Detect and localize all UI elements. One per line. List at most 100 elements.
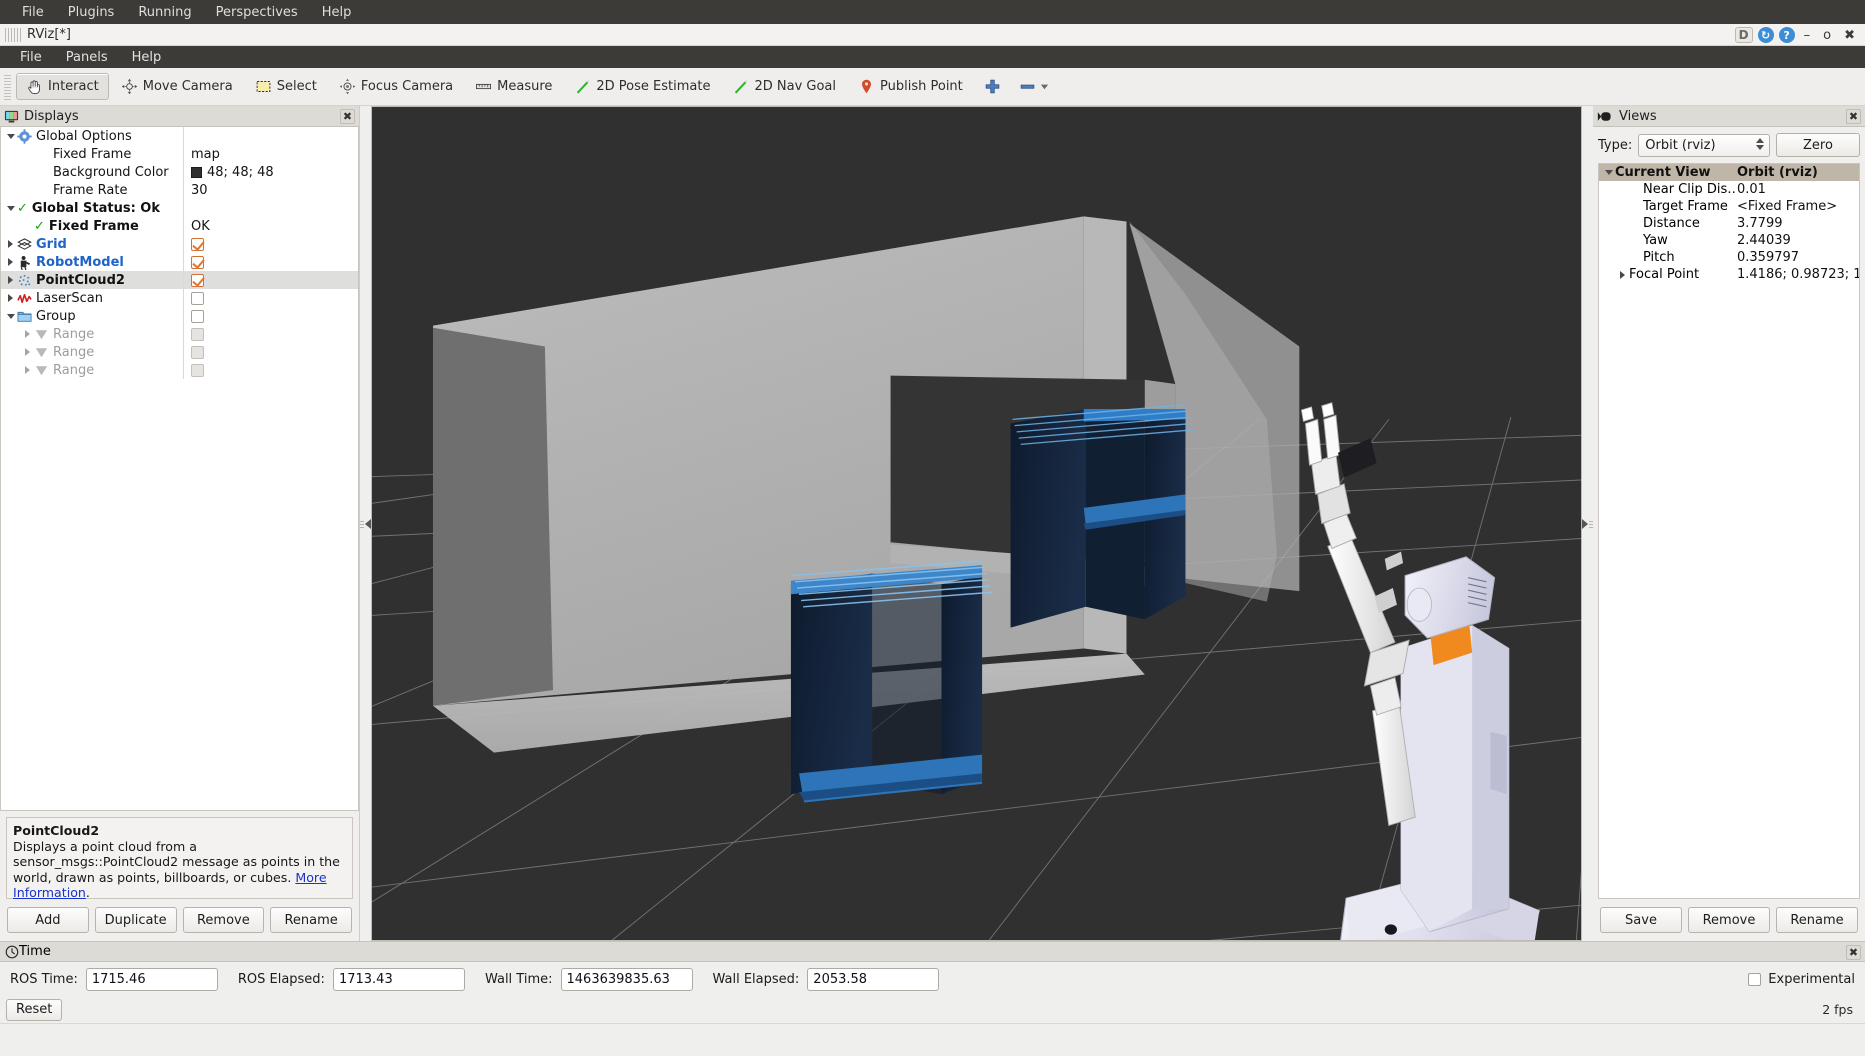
tool-publish-point[interactable]: Publish Point bbox=[848, 73, 973, 100]
views-tree-row-focal-point[interactable]: Focal Point1.4186; 0.98723; 1.1… bbox=[1599, 266, 1859, 283]
expand-arrow-right-icon[interactable] bbox=[4, 274, 17, 287]
view-type-select[interactable]: Orbit (rviz) bbox=[1638, 134, 1770, 157]
rename-view-button[interactable]: Rename bbox=[1776, 907, 1858, 933]
display-tree-row-value[interactable] bbox=[183, 235, 358, 253]
display-tree-row-range[interactable]: Range bbox=[1, 325, 358, 343]
views-tree-row-value[interactable]: Orbit (rviz) bbox=[1737, 165, 1859, 180]
render-viewport-3d[interactable] bbox=[371, 106, 1582, 941]
expand-arrow-down-icon[interactable] bbox=[4, 130, 17, 143]
display-tree-row-value[interactable]: 48; 48; 48 bbox=[183, 163, 358, 181]
expand-arrow-down-icon[interactable] bbox=[4, 202, 17, 215]
display-tree-row-range[interactable]: Range bbox=[1, 343, 358, 361]
add-tool-button[interactable] bbox=[975, 73, 1010, 100]
expand-arrow-right-icon[interactable] bbox=[21, 328, 34, 341]
displays-tree[interactable]: Global OptionsFixed FramemapBackground C… bbox=[0, 127, 359, 811]
display-enable-checkbox[interactable] bbox=[191, 274, 204, 287]
spinner-arrows-icon[interactable] bbox=[1756, 138, 1764, 150]
app-menu-help[interactable]: Help bbox=[120, 48, 174, 67]
display-enable-checkbox[interactable] bbox=[191, 292, 204, 305]
zero-button[interactable]: Zero bbox=[1776, 133, 1860, 157]
display-tree-row-value[interactable] bbox=[183, 361, 358, 379]
wall-elapsed-input[interactable]: 2053.58 bbox=[807, 968, 939, 991]
wall-time-input[interactable]: 1463639835.63 bbox=[561, 968, 693, 991]
desktop-menu-file[interactable]: File bbox=[10, 2, 56, 23]
display-enable-checkbox[interactable] bbox=[191, 238, 204, 251]
display-tree-row-value[interactable] bbox=[183, 325, 358, 343]
ros-time-input[interactable]: 1715.46 bbox=[86, 968, 218, 991]
display-tree-row-fixed-frame[interactable]: Fixed Framemap bbox=[1, 145, 358, 163]
views-tree[interactable]: Current ViewOrbit (rviz)Near Clip Dis…0.… bbox=[1598, 163, 1860, 899]
views-tree-row-value[interactable]: 1.4186; 0.98723; 1.1… bbox=[1737, 267, 1859, 282]
reset-button[interactable]: Reset bbox=[6, 999, 62, 1021]
display-tree-row-grid[interactable]: Grid bbox=[1, 235, 358, 253]
display-tree-row-value[interactable]: OK bbox=[183, 217, 358, 235]
tool-2d-nav-goal[interactable]: 2D Nav Goal bbox=[722, 73, 846, 100]
display-tree-row-fixed-frame[interactable]: ✓Fixed FrameOK bbox=[1, 217, 358, 235]
desktop-menu-running[interactable]: Running bbox=[126, 2, 203, 23]
display-tree-row-value[interactable] bbox=[183, 199, 358, 217]
display-tree-row-robotmodel[interactable]: RobotModel bbox=[1, 253, 358, 271]
display-tree-row-value[interactable] bbox=[183, 271, 358, 289]
remove-view-button[interactable]: Remove bbox=[1688, 907, 1770, 933]
display-tree-row-pointcloud2[interactable]: PointCloud2 bbox=[1, 271, 358, 289]
views-tree-row-value[interactable]: 0.359797 bbox=[1737, 250, 1859, 265]
save-view-button[interactable]: Save bbox=[1600, 907, 1682, 933]
expand-arrow-right-icon[interactable] bbox=[1616, 268, 1629, 281]
app-menu-file[interactable]: File bbox=[8, 48, 54, 67]
expand-arrow-right-icon[interactable] bbox=[4, 238, 17, 251]
tool-interact[interactable]: Interact bbox=[16, 73, 109, 100]
display-enable-checkbox[interactable] bbox=[191, 310, 204, 323]
display-tree-row-laserscan[interactable]: LaserScan bbox=[1, 289, 358, 307]
views-tree-row-value[interactable]: <Fixed Frame> bbox=[1737, 199, 1859, 214]
duplicate-display-button[interactable]: Duplicate bbox=[95, 907, 177, 933]
triangle-right-icon[interactable] bbox=[1582, 519, 1588, 529]
add-display-button[interactable]: Add bbox=[7, 907, 89, 933]
time-close-icon[interactable]: ✖ bbox=[1846, 945, 1861, 960]
views-tree-row-near-clip-dis-[interactable]: Near Clip Dis…0.01 bbox=[1599, 181, 1859, 198]
views-tree-row-pitch[interactable]: Pitch0.359797 bbox=[1599, 249, 1859, 266]
maximize-button[interactable]: o bbox=[1819, 28, 1835, 43]
experimental-toggle[interactable]: Experimental bbox=[1748, 972, 1855, 987]
displays-close-icon[interactable]: ✖ bbox=[340, 109, 355, 124]
tool-measure[interactable]: Measure bbox=[465, 73, 562, 100]
expand-arrow-right-icon[interactable] bbox=[4, 256, 17, 269]
views-tree-row-current-view[interactable]: Current ViewOrbit (rviz) bbox=[1599, 164, 1859, 181]
tool-2d-pose-estimate[interactable]: 2D Pose Estimate bbox=[564, 73, 720, 100]
dock-button[interactable]: D bbox=[1735, 27, 1753, 43]
close-button[interactable]: ✖ bbox=[1840, 28, 1859, 43]
expand-arrow-right-icon[interactable] bbox=[21, 364, 34, 377]
right-splitter[interactable] bbox=[1582, 106, 1593, 941]
remove-tool-button[interactable] bbox=[1012, 73, 1057, 100]
remove-display-button[interactable]: Remove bbox=[183, 907, 265, 933]
app-menu-panels[interactable]: Panels bbox=[54, 48, 120, 67]
chevron-down-icon[interactable] bbox=[1039, 81, 1050, 92]
display-tree-row-background-color[interactable]: Background Color48; 48; 48 bbox=[1, 163, 358, 181]
display-tree-row-group[interactable]: Group bbox=[1, 307, 358, 325]
desktop-menu-perspectives[interactable]: Perspectives bbox=[204, 2, 310, 23]
rename-display-button[interactable]: Rename bbox=[270, 907, 352, 933]
views-tree-row-value[interactable]: 3.7799 bbox=[1737, 216, 1859, 231]
views-close-icon[interactable]: ✖ bbox=[1846, 109, 1861, 124]
views-tree-row-yaw[interactable]: Yaw2.44039 bbox=[1599, 232, 1859, 249]
views-tree-row-distance[interactable]: Distance3.7799 bbox=[1599, 215, 1859, 232]
reload-icon[interactable]: ↻ bbox=[1758, 27, 1774, 43]
expand-arrow-down-icon[interactable] bbox=[4, 310, 17, 323]
display-tree-row-global-options[interactable]: Global Options bbox=[1, 127, 358, 145]
views-tree-row-target-frame[interactable]: Target Frame<Fixed Frame> bbox=[1599, 198, 1859, 215]
display-tree-row-value[interactable] bbox=[183, 343, 358, 361]
tool-focus-camera[interactable]: Focus Camera bbox=[329, 73, 463, 100]
ros-elapsed-input[interactable]: 1713.43 bbox=[333, 968, 465, 991]
desktop-menu-plugins[interactable]: Plugins bbox=[56, 2, 127, 23]
experimental-checkbox[interactable] bbox=[1748, 973, 1761, 986]
help-icon[interactable]: ? bbox=[1779, 27, 1795, 43]
views-tree-row-value[interactable]: 2.44039 bbox=[1737, 233, 1859, 248]
expand-arrow-right-icon[interactable] bbox=[21, 346, 34, 359]
display-tree-row-global-status-ok[interactable]: ✓Global Status: Ok bbox=[1, 199, 358, 217]
display-tree-row-value[interactable] bbox=[183, 253, 358, 271]
minimize-button[interactable]: – bbox=[1800, 28, 1815, 43]
display-enable-checkbox[interactable] bbox=[191, 256, 204, 269]
display-tree-row-range[interactable]: Range bbox=[1, 361, 358, 379]
expand-arrow-right-icon[interactable] bbox=[4, 292, 17, 305]
toolbar-drag-handle[interactable] bbox=[4, 74, 11, 100]
display-tree-row-value[interactable]: 30 bbox=[183, 181, 358, 199]
